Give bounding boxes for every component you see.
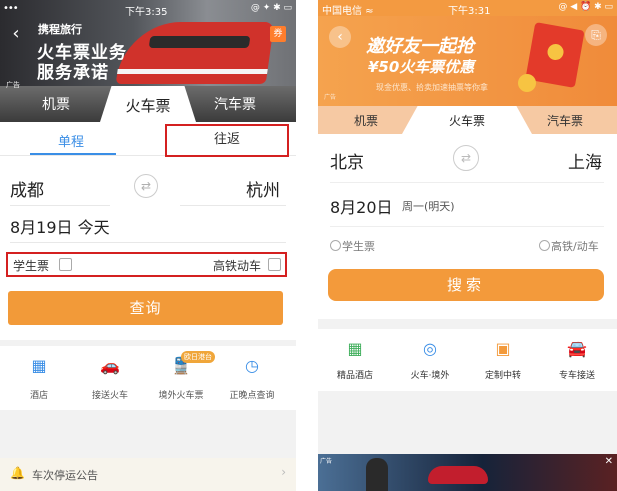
tab-train-label: 火车票 <box>448 114 485 128</box>
service-car-pickup[interactable]: 🚘 专车接送 <box>540 339 614 381</box>
ad-label: 广告 <box>320 458 333 465</box>
back-icon[interactable]: ‹ <box>329 26 351 48</box>
ticket-options: 学生票 高铁动车 <box>6 252 287 277</box>
ad-person-image <box>366 458 388 491</box>
student-ticket-label: 学生票 <box>342 240 375 253</box>
tab-train-active[interactable]: 火车票 <box>402 106 532 134</box>
search-button[interactable]: 查询 <box>8 291 283 325</box>
service-custom-transfer[interactable]: ▣ 定制中转 <box>466 339 540 381</box>
ad-car-image <box>428 466 488 484</box>
banner-slogan-line2: 服务承诺 <box>37 63 109 83</box>
departure-city[interactable]: 成都 <box>10 176 44 201</box>
service-label: 火车·境外 <box>410 371 450 381</box>
tab-flights[interactable]: 机票 <box>42 94 70 114</box>
departure-weekday: 周一(明天) <box>402 200 455 213</box>
divider <box>330 182 604 183</box>
student-ticket-label: 学生票 <box>13 259 50 273</box>
high-speed-label: 高铁/动车 <box>551 240 599 253</box>
left-screenshot: ••• 下午3:35 @ ✦ ✱ ▭ ‹ 携程旅行 火车票业务 服务承诺 广告 … <box>0 0 296 491</box>
carrier-label: 中国电信 ≈ <box>322 6 374 17</box>
back-icon[interactable]: ‹ <box>6 24 26 44</box>
service-label: 正晚点查询 <box>229 391 275 401</box>
banner-title-line1: 邀好友一起抢 <box>366 36 474 57</box>
active-tab-underline <box>30 153 116 155</box>
banner-subtitle: 现金优惠、拾卖加速抽票等你拿 <box>376 83 488 92</box>
service-label: 定制中转 <box>484 371 521 381</box>
status-time: 下午3:31 <box>448 6 491 17</box>
search-button[interactable]: 搜索 <box>328 269 604 301</box>
departure-date[interactable]: 8月20日 <box>330 194 393 218</box>
transport-tabs: 机票 火车票 汽车票 <box>318 106 617 134</box>
status-time: 下午3:35 <box>125 7 168 18</box>
promo-banner[interactable]: ‹ 邀好友一起抢 ¥50火车票优惠 现金优惠、拾卖加速抽票等你拿 广告 ⎘ <box>318 16 617 117</box>
student-ticket-radio[interactable] <box>330 240 341 251</box>
tab-train-label: 火车票 <box>125 97 171 115</box>
swap-icon[interactable]: ⇄ <box>134 174 158 198</box>
separator-gap <box>296 0 318 491</box>
ad-label: 广告 <box>324 94 337 101</box>
service-label: 境外火车票 <box>158 391 204 401</box>
search-card: 单程 往返 成都 ⇄ 杭州 8月19日 今天 学生票 高铁动车 查询 <box>0 122 296 340</box>
arrival-city[interactable]: 杭州 <box>246 176 280 201</box>
tab-round-trip[interactable]: 往返 <box>165 124 289 157</box>
chevron-right-icon: › <box>281 465 286 479</box>
status-bar: 中国电信 ≈ 下午3:31 @ ◀ ⏰ ✱ ▭ <box>318 0 617 17</box>
divider <box>180 205 286 206</box>
service-transfer[interactable]: 🚗 接送火车 <box>73 356 147 401</box>
service-label: 接送火车 <box>91 391 128 401</box>
service-label: 专车接送 <box>558 371 595 381</box>
divider <box>10 242 286 243</box>
high-speed-radio[interactable] <box>539 240 550 251</box>
search-card: 北京 ⇄ 上海 8月20日 周一(明天) 学生票 高铁/动车 搜索 <box>318 134 617 319</box>
tab-bus[interactable]: 汽车票 <box>547 112 583 129</box>
brand-logo: 携程旅行 <box>38 23 82 36</box>
departure-date[interactable]: 8月19日 今天 <box>10 214 110 238</box>
close-icon[interactable]: ✕ <box>605 456 613 467</box>
service-delay-query[interactable]: ◷ 正晚点查询 <box>215 356 289 401</box>
status-bar: ••• 下午3:35 @ ✦ ✱ ▭ <box>0 3 296 18</box>
share-icon[interactable]: ⎘ <box>585 24 607 46</box>
bell-icon: 🔔 <box>10 466 25 480</box>
car-icon: 🚗 <box>100 356 120 375</box>
status-icons: @ ◀ ⏰ ✱ ▭ <box>558 2 613 12</box>
departure-city[interactable]: 北京 <box>330 148 364 173</box>
clock-icon: ◷ <box>245 356 259 375</box>
car-icon: 🚘 <box>567 339 587 358</box>
tab-train-active[interactable]: 火车票 <box>100 86 196 122</box>
tab-one-way[interactable]: 单程 <box>58 131 84 150</box>
notice-text: 车次停运公告 <box>32 469 98 482</box>
hotel-icon: ▦ <box>347 339 363 358</box>
status-icons: @ ✦ ✱ ▭ <box>250 3 292 13</box>
transfer-icon: ▣ <box>495 339 511 358</box>
high-speed-checkbox[interactable] <box>268 258 281 271</box>
service-overseas-train[interactable]: ◎ 火车·境外 <box>393 339 467 381</box>
swap-icon[interactable]: ⇄ <box>453 145 479 171</box>
coupon-badge[interactable]: 券 <box>270 26 286 42</box>
region-badge: 欧日港台 <box>181 351 215 363</box>
tab-flights[interactable]: 机票 <box>354 112 378 129</box>
service-label: 酒店 <box>29 391 48 401</box>
divider <box>10 205 110 206</box>
transport-tabs: 机票 火车票 汽车票 <box>0 86 296 122</box>
service-label: 精品酒店 <box>336 371 373 381</box>
trip-type-tabs: 单程 往返 <box>0 122 296 157</box>
services-row: ▦ 精品酒店 ◎ 火车·境外 ▣ 定制中转 🚘 专车接送 <box>318 329 617 391</box>
service-hotel[interactable]: ▦ 酒店 <box>2 356 76 401</box>
divider <box>330 226 604 227</box>
service-boutique-hotel[interactable]: ▦ 精品酒店 <box>318 339 392 381</box>
tab-bus[interactable]: 汽车票 <box>214 94 256 114</box>
arrival-city[interactable]: 上海 <box>568 148 602 173</box>
high-speed-label: 高铁动车 <box>212 259 261 273</box>
bottom-ad-banner[interactable]: 广告 ✕ <box>318 454 617 491</box>
student-ticket-checkbox[interactable] <box>59 258 72 271</box>
suspension-notice[interactable]: 🔔 车次停运公告 › <box>0 458 296 491</box>
services-row: ▦ 酒店 🚗 接送火车 🚆 境外火车票 ◷ 正晚点查询 欧日港台 <box>0 346 296 410</box>
coin-image <box>518 74 536 92</box>
banner-title-line2: ¥50火车票优惠 <box>368 58 475 76</box>
hotel-icon: ▦ <box>31 356 47 375</box>
right-screenshot: 中国电信 ≈ 下午3:31 @ ◀ ⏰ ✱ ▭ ‹ 邀好友一起抢 ¥50火车票优… <box>318 0 617 491</box>
globe-train-icon: ◎ <box>423 339 437 358</box>
signal-icon: ••• <box>3 3 19 14</box>
train-image <box>115 22 275 84</box>
